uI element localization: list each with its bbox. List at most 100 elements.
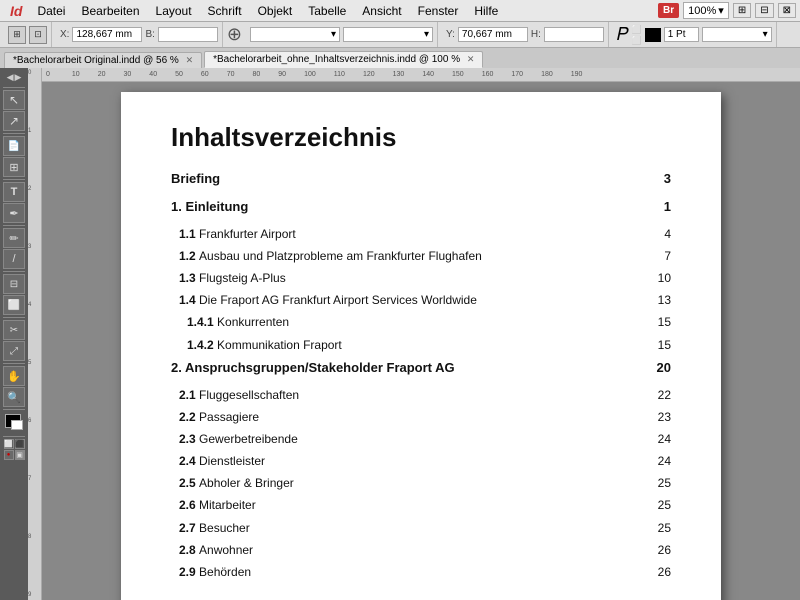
ruler-top-0: 0 (46, 71, 50, 78)
hand-tool[interactable]: ✋ (3, 366, 25, 386)
shape-tool[interactable]: ⬜ (3, 295, 25, 315)
zoom-tool[interactable]: 🔍 (3, 387, 25, 407)
ruler-top-80: 80 (252, 71, 260, 78)
menu-datei[interactable]: Datei (30, 2, 72, 20)
stroke-icons: ⬜ ⬜ (632, 25, 642, 45)
style-dropdown-arrow: ▾ (331, 29, 336, 40)
h-input[interactable] (544, 27, 604, 42)
toc-page-2: 4 (641, 225, 671, 244)
xy-coords-group2: Y: H: (442, 22, 609, 47)
document-area[interactable]: 0 10 20 30 40 50 60 70 80 90 100 110 120… (42, 68, 800, 600)
style-dropdown[interactable]: ▾ (250, 27, 340, 42)
ruler-top-100: 100 (304, 71, 316, 78)
tab-ohne-close[interactable]: ✕ (467, 54, 475, 64)
toc-entry-2: 1.1 Frankfurter Airport 4 (171, 225, 671, 244)
toc-title-9: 2.1 Fluggesellschaften (171, 386, 299, 405)
zoom-dropdown-icon: ▾ (718, 4, 724, 17)
toc-title-13: 2.5 Abholer & Bringer (171, 474, 294, 493)
tool-select-group: ⊞ ⊡ (4, 22, 52, 47)
b-input[interactable] (158, 27, 218, 42)
direct-select-tool[interactable]: ↗ (3, 111, 25, 131)
fill-color-swatch[interactable] (645, 28, 661, 42)
preview-mode-icon[interactable]: ⬛ (15, 439, 25, 449)
toc-entry-17: 2.9 Behörden26 (171, 563, 671, 582)
tab-ohne[interactable]: *Bachelorarbeit_ohne_Inhaltsverzeichnis.… (204, 51, 483, 68)
collapse-left-icon[interactable]: ◀ (7, 72, 14, 83)
font-dropdown[interactable]: ▾ (343, 27, 433, 42)
ruler-top-140: 140 (422, 71, 434, 78)
panel-collapse-icons: ◀ ▶ (7, 72, 22, 83)
transform-icon: ⊕ (227, 24, 242, 45)
gap-tool[interactable]: ⊞ (3, 157, 25, 177)
toc-title-2: 1.1 Frankfurter Airport (171, 225, 296, 244)
menu-objekt[interactable]: Objekt (251, 2, 300, 20)
toc-entries: Briefing31. Einleitung11.1 Frankfurter A… (171, 169, 671, 582)
collapse-right-icon[interactable]: ▶ (15, 72, 22, 83)
toc-entry-7: 1.4.2 Kommunikation Fraport15 (171, 336, 671, 355)
page-tool[interactable]: 📄 (3, 136, 25, 156)
toolbar-row1: ⊞ ⊡ X: B: ⊕ ▾ ▾ Y: H: 𝑃 ⬜ ⬜ (0, 22, 800, 48)
toc-title-0: Briefing (171, 169, 220, 190)
toc-title-5: 1.4 Die Fraport AG Frankfurt Airport Ser… (171, 291, 477, 310)
toc-title-14: 2.6 Mitarbeiter (171, 496, 256, 515)
toc-page-6: 15 (641, 313, 671, 332)
tab-original-label: *Bachelorarbeit Original.indd @ 56 % (13, 55, 179, 66)
menu-tabelle[interactable]: Tabelle (301, 2, 353, 20)
x-input[interactable] (72, 27, 142, 42)
toc-title-7: 1.4.2 Kommunikation Fraport (171, 336, 342, 355)
normal-mode-icon[interactable]: ⬜ (4, 439, 14, 449)
toc-title-11: 2.3 Gewerbetreibende (171, 430, 298, 449)
toc-entry-4: 1.3 Flugsteig A-Plus10 (171, 269, 671, 288)
select-tool[interactable]: ↖ (3, 90, 25, 110)
gray-mode-icon[interactable]: ▣ (15, 450, 25, 460)
toc-page-4: 10 (641, 269, 671, 288)
stroke-icon2: ⬜ (632, 36, 642, 45)
menu-fenster[interactable]: Fenster (411, 2, 466, 20)
toc-title-16: 2.8 Anwohner (171, 541, 253, 560)
menu-layout[interactable]: Layout (149, 2, 199, 20)
menu-hilfe[interactable]: Hilfe (467, 2, 505, 20)
red-mode-icon[interactable]: ● (4, 450, 14, 460)
ruler-left-mark-20: 2 (28, 186, 41, 192)
ruler-top-20: 20 (98, 71, 106, 78)
font-dropdown-arrow: ▾ (424, 29, 429, 40)
toc-entry-8: 2. Anspruchsgruppen/Stakeholder Fraport … (171, 358, 671, 379)
tool-divider-2 (3, 133, 25, 134)
scissors-tool[interactable]: ✂ (3, 320, 25, 340)
menu-schrift[interactable]: Schrift (201, 2, 249, 20)
pen-tool[interactable]: ✒ (3, 203, 25, 223)
toc-title-6: 1.4.1 Konkurrenten (171, 313, 289, 332)
toc-entry-10: 2.2 Passagiere23 (171, 408, 671, 427)
view-toggle-1[interactable]: ⊞ (733, 3, 751, 18)
pt-input[interactable] (664, 27, 699, 42)
direct-select-tool-icon[interactable]: ⊡ (29, 26, 47, 44)
toc-title-8: 2. Anspruchsgruppen/Stakeholder Fraport … (171, 358, 455, 379)
free-transform-tool[interactable]: ⤢ (3, 341, 25, 361)
pencil-tool[interactable]: ✏ (3, 228, 25, 248)
y-input[interactable] (458, 27, 528, 42)
ruler-left-mark-80: 8 (28, 534, 41, 540)
zoom-control[interactable]: 100% ▾ (683, 2, 729, 19)
tab-original-close[interactable]: ✕ (186, 55, 194, 65)
stroke-dropdown[interactable]: ▾ (702, 27, 772, 42)
menu-ansicht[interactable]: Ansicht (355, 2, 408, 20)
type-tool[interactable]: T (3, 182, 25, 202)
ruler-left-mark-30: 3 (28, 244, 41, 250)
line-tool[interactable]: / (3, 249, 25, 269)
view-toggle-3[interactable]: ⊠ (778, 3, 796, 18)
frame-tool[interactable]: ⊟ (3, 274, 25, 294)
ruler-left-mark-0: 0 (28, 70, 41, 76)
toc-entry-9: 2.1 Fluggesellschaften22 (171, 386, 671, 405)
main-area: ◀ ▶ ↖ ↗ 📄 ⊞ T ✒ ✏ / ⊟ ⬜ ✂ ⤢ ✋ 🔍 (0, 68, 800, 600)
ruler-left-mark-50: 5 (28, 360, 41, 366)
bridge-button[interactable]: Br (658, 3, 679, 18)
view-toggle-2[interactable]: ⊟ (755, 3, 773, 18)
stroke-group: 𝑃 ⬜ ⬜ ▾ (613, 22, 777, 47)
background-color[interactable] (11, 420, 23, 430)
toc-entry-11: 2.3 Gewerbetreibende24 (171, 430, 671, 449)
menu-bearbeiten[interactable]: Bearbeiten (74, 2, 146, 20)
toc-title-12: 2.4 Dienstleister (171, 452, 265, 471)
tab-original[interactable]: *Bachelorarbeit Original.indd @ 56 % ✕ (4, 52, 202, 68)
toc-title-10: 2.2 Passagiere (171, 408, 259, 427)
selection-tool-icon[interactable]: ⊞ (8, 26, 26, 44)
